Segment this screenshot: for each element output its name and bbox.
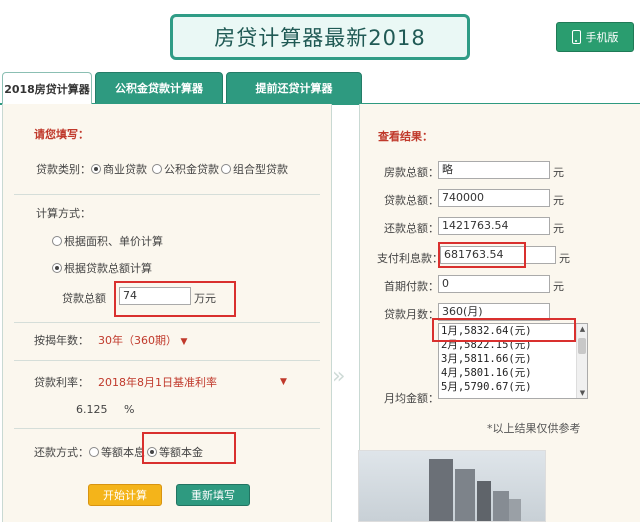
rate-value: 6.125 xyxy=(76,403,108,416)
term-label: 按揭年数： xyxy=(34,334,89,347)
mobile-version-button[interactable]: 手机版 xyxy=(556,22,634,52)
radio-icon xyxy=(91,164,101,174)
result-label: 贷款总额： xyxy=(384,194,439,207)
result-section-title: 查看结果： xyxy=(378,130,433,143)
page-title: 房贷计算器最新2018 xyxy=(170,14,470,60)
list-item[interactable]: 4月,5801.16(元) xyxy=(439,366,587,380)
scrollbar[interactable]: ▲ ▼ xyxy=(576,324,587,398)
result-label: 房款总额： xyxy=(384,166,439,179)
result-unit: 元 xyxy=(553,166,564,179)
radio-icon xyxy=(221,164,231,174)
result-label: 贷款月数： xyxy=(384,308,439,321)
tab-prepayment-calculator[interactable]: 提前还贷计算器 xyxy=(226,72,362,104)
list-item[interactable]: 3月,5811.66(元) xyxy=(439,352,587,366)
mobile-button-label: 手机版 xyxy=(585,31,619,44)
mobile-phone-icon xyxy=(571,30,581,44)
rate-label: 贷款利率： xyxy=(34,376,89,389)
calc-by-amount[interactable]: 根据贷款总额计算 xyxy=(52,260,152,276)
divider xyxy=(14,360,320,361)
result-label: 还款总额： xyxy=(384,222,439,235)
reset-button[interactable]: 重新填写 xyxy=(176,484,250,506)
loan-type-combined[interactable]: 组合型贷款 xyxy=(221,161,288,177)
scroll-up-icon[interactable]: ▲ xyxy=(578,325,587,333)
buildings-image xyxy=(358,450,546,522)
down-payment-field[interactable]: 0 xyxy=(438,275,550,293)
divider xyxy=(14,428,320,429)
calc-method-label: 计算方式： xyxy=(36,207,91,220)
list-item[interactable]: 5月,5790.67(元) xyxy=(439,380,587,394)
radio-icon xyxy=(52,236,62,246)
scroll-thumb[interactable] xyxy=(578,338,586,354)
calculate-button[interactable]: 开始计算 xyxy=(88,484,162,506)
rate-select[interactable]: 2018年8月1日基准利率 xyxy=(98,374,217,390)
divider xyxy=(14,322,320,323)
monthly-label: 月均金额： xyxy=(384,392,439,405)
tab-2018-mortgage-calculator[interactable]: 2018房贷计算器 xyxy=(2,72,92,104)
arrow-icon: » xyxy=(332,364,346,389)
repay-total-field[interactable]: 1421763.54 xyxy=(438,217,550,235)
radio-icon xyxy=(152,164,162,174)
rate-unit: % xyxy=(124,403,135,416)
radio-icon xyxy=(89,447,99,457)
input-section-title: 请您填写： xyxy=(34,128,89,141)
loan-type-label: 贷款类别： xyxy=(36,163,91,176)
result-unit: 元 xyxy=(553,222,564,235)
repay-equal-installment[interactable]: 等额本息 xyxy=(89,444,145,460)
result-label: 支付利息款： xyxy=(377,252,443,265)
result-note: *以上结果仅供参考 xyxy=(487,422,581,435)
result-unit: 元 xyxy=(553,194,564,207)
highlight-box xyxy=(142,432,236,464)
dropdown-caret-icon[interactable]: ▼ xyxy=(280,374,287,387)
scroll-down-icon[interactable]: ▼ xyxy=(578,389,587,397)
repay-method-label: 还款方式： xyxy=(34,446,89,459)
loan-amount-label: 贷款总额 xyxy=(62,292,106,305)
calc-by-area[interactable]: 根据面积、单价计算 xyxy=(52,233,163,249)
divider xyxy=(14,194,320,195)
result-label: 首期付款： xyxy=(384,280,439,293)
highlight-box xyxy=(438,242,526,268)
highlight-box xyxy=(432,318,576,342)
highlight-box xyxy=(114,281,236,317)
result-unit: 元 xyxy=(553,280,564,293)
dropdown-caret-icon: ▼ xyxy=(180,337,188,347)
loan-type-commercial[interactable]: 商业贷款 xyxy=(91,161,147,177)
radio-icon xyxy=(52,263,62,273)
result-unit: 元 xyxy=(559,252,570,265)
total-price-field[interactable]: 略 xyxy=(438,161,550,179)
loan-total-field[interactable]: 740000 xyxy=(438,189,550,207)
term-select[interactable]: 30年（360期） ▼ xyxy=(98,332,187,348)
tab-provident-fund-calculator[interactable]: 公积金贷款计算器 xyxy=(95,72,223,104)
loan-type-provident[interactable]: 公积金贷款 xyxy=(152,161,219,177)
